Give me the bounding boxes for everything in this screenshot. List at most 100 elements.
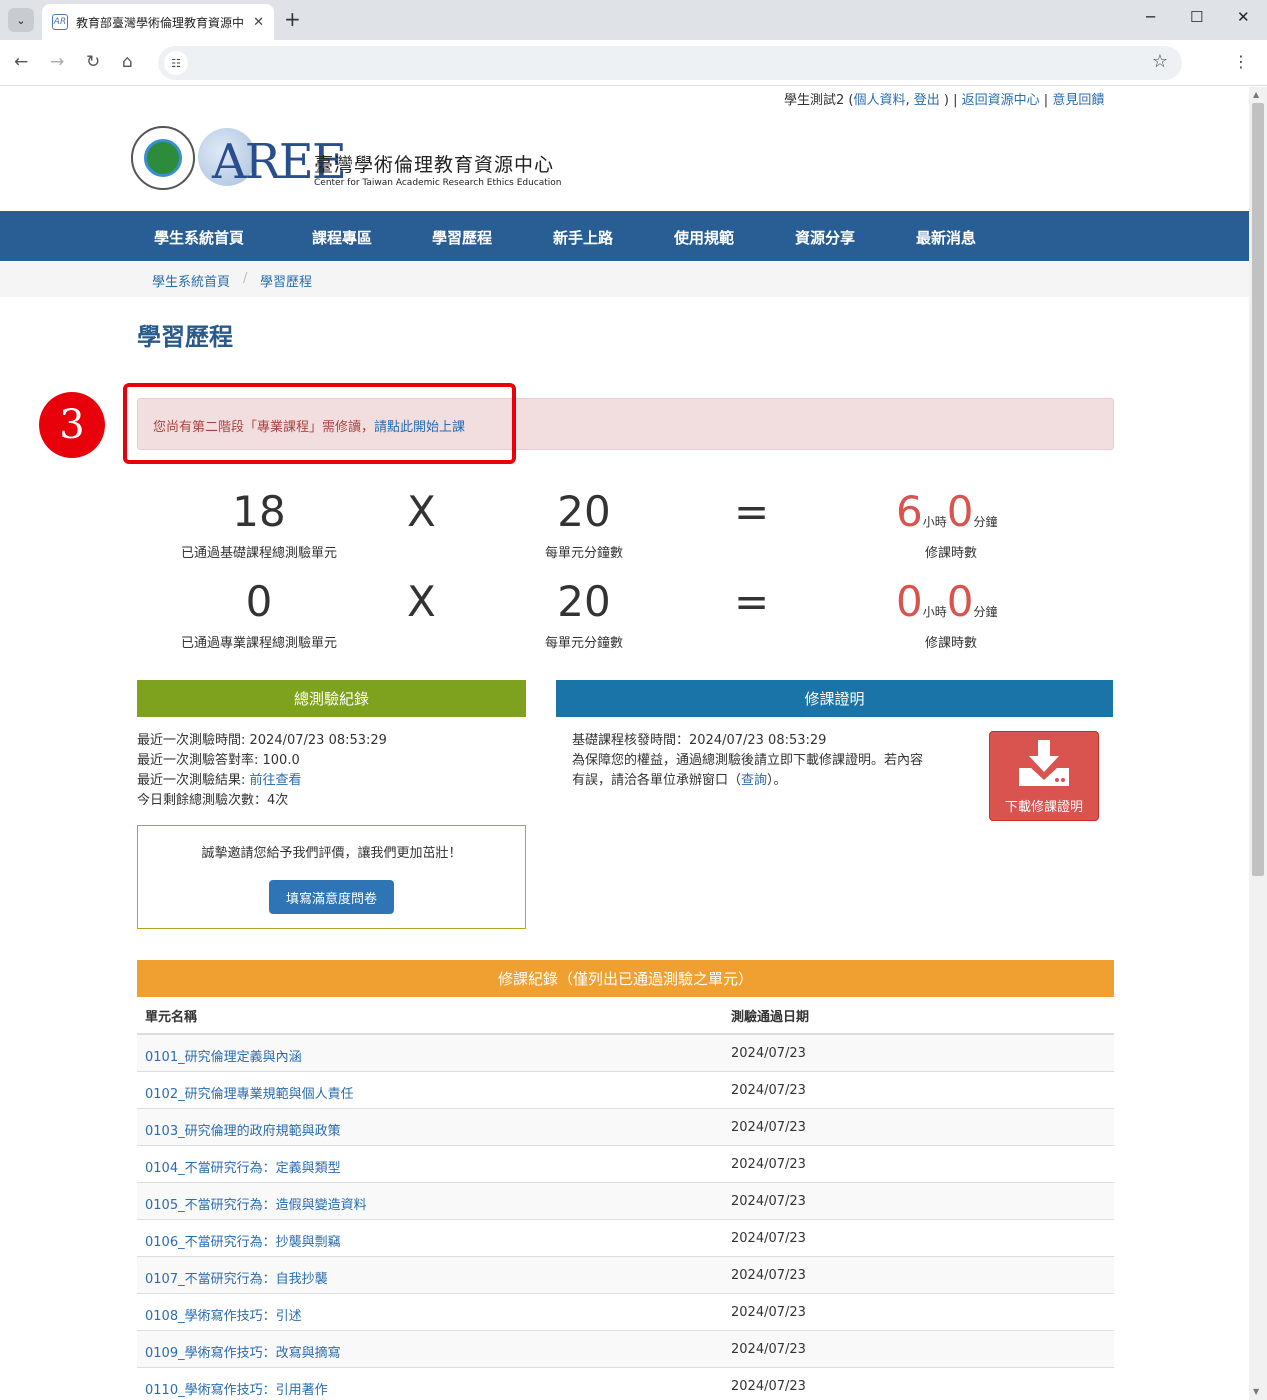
- nav-item-getting-started[interactable]: 新手上路: [553, 227, 613, 248]
- download-certificate-button[interactable]: 下載修課證明: [989, 731, 1099, 821]
- table-row: 0107_不當研究行為：自我抄襲 2024/07/23: [137, 1257, 1114, 1294]
- minutes-value: 0: [946, 487, 974, 536]
- table-row: 0108_學術寫作技巧：引述 2024/07/23: [137, 1294, 1114, 1331]
- last-exam-time: 最近一次測驗時間: 2024/07/23 08:53:29: [137, 733, 387, 748]
- ministry-of-education-seal: [131, 126, 195, 190]
- browser-tab[interactable]: AR 教育部臺灣學術倫理教育資源中 ✕: [42, 4, 274, 40]
- pass-date: 2024/07/23: [731, 1305, 806, 1320]
- cert-issued-time: 基礎課程核發時間：2024/07/23 08:53:29: [572, 733, 827, 748]
- page-title: 學習歷程: [137, 323, 233, 351]
- unit-name-link[interactable]: 0104_不當研究行為：定義與類型: [145, 1157, 341, 1176]
- pro-units-count: 0: [245, 577, 273, 626]
- forward-arrow-icon[interactable]: →: [50, 52, 64, 72]
- bookmark-star-icon[interactable]: ☆: [1152, 51, 1168, 72]
- reload-icon[interactable]: ↻: [86, 52, 100, 72]
- survey-invitation: 誠摯邀請您給予我們評價，讓我們更加茁壯！: [201, 846, 462, 861]
- pass-date: 2024/07/23: [731, 1268, 806, 1283]
- maximize-button[interactable]: ☐: [1190, 8, 1203, 26]
- contact-query-link[interactable]: 查詢: [741, 773, 767, 788]
- last-exam-rate: 最近一次測驗答對率: 100.0: [137, 753, 300, 768]
- unit-name-link[interactable]: 0101_研究倫理定義與內涵: [145, 1046, 302, 1065]
- minutes-value: 0: [946, 577, 974, 626]
- logout-link[interactable]: 登出: [914, 93, 940, 108]
- table-row: 0105_不當研究行為：造假與變造資料 2024/07/23: [137, 1183, 1114, 1220]
- cert-note-end: ）。: [767, 773, 787, 788]
- user-info-bar: 學生測試2 (個人資料, 登出 ) | 返回資源中心 | 意見回饋: [784, 89, 1104, 108]
- minutes-caption: 每單元分鐘數: [544, 546, 623, 561]
- paren-sep: ) |: [939, 93, 962, 108]
- table-row: 0101_研究倫理定義與內涵 2024/07/23: [137, 1035, 1114, 1072]
- minutes-per-unit: 20: [557, 487, 611, 536]
- multiply-sign: X: [407, 487, 436, 536]
- favicon-icon: AR: [52, 14, 68, 30]
- browser-menu-icon[interactable]: ⋮: [1233, 52, 1249, 71]
- table-row: 0102_研究倫理專業規範與個人責任 2024/07/23: [137, 1072, 1114, 1109]
- view-result-link[interactable]: 前往查看: [250, 773, 302, 788]
- scroll-up-icon[interactable]: ▲: [1253, 90, 1259, 99]
- unit-name-link[interactable]: 0110_學術寫作技巧：引用著作: [145, 1379, 328, 1398]
- col-unit-name: 單元名稱: [145, 1010, 198, 1025]
- pro-units-caption: 已通過專業課程總測驗單元: [180, 636, 337, 651]
- nav-item-usage-rules[interactable]: 使用規範: [674, 227, 734, 248]
- main-nav: 學生系統首頁 課程專區 學習歷程 新手上路 使用規範 資源分享 最新消息: [0, 211, 1249, 261]
- hours-value: 0: [896, 577, 923, 626]
- browser-tab-strip: ⌄ AR 教育部臺灣學術倫理教育資源中 ✕ + ─ ☐ ✕: [0, 0, 1267, 40]
- cert-note-line2: 有誤，請洽各單位承辦窗口（查詢）。: [572, 771, 787, 791]
- unit-name-link[interactable]: 0108_學術寫作技巧：引述: [145, 1305, 302, 1324]
- unit-name-link[interactable]: 0105_不當研究行為：造假與變造資料: [145, 1194, 367, 1213]
- highlight-annotation: [123, 383, 516, 464]
- tab-close-icon[interactable]: ✕: [253, 15, 264, 30]
- scroll-thumb[interactable]: [1252, 103, 1264, 876]
- unit-name-link[interactable]: 0109_學術寫作技巧：改寫與摘寫: [145, 1342, 341, 1361]
- hours-unit: 小時: [922, 515, 947, 529]
- unit-name-link[interactable]: 0106_不當研究行為：抄襲與剽竊: [145, 1231, 341, 1250]
- hours-value: 6: [896, 487, 923, 536]
- unit-name-link[interactable]: 0103_研究倫理的政府規範與政策: [145, 1120, 341, 1139]
- table-row: 0104_不當研究行為：定義與類型 2024/07/23: [137, 1146, 1114, 1183]
- address-bar[interactable]: ☷ ☆: [158, 46, 1182, 80]
- nav-item-learning-history[interactable]: 學習歷程: [432, 227, 492, 248]
- course-records-header: 修課紀錄（僅列出已通過測驗之單元）: [137, 960, 1114, 997]
- site-info-icon[interactable]: ☷: [164, 51, 188, 75]
- hours-caption: 修課時數: [924, 546, 977, 561]
- table-row: 0110_學術寫作技巧：引用著作 2024/07/23: [137, 1368, 1114, 1400]
- nav-item-resources[interactable]: 資源分享: [795, 227, 855, 248]
- pipe-sep: |: [1039, 93, 1053, 108]
- remaining-attempts: 今日剩餘總測驗次數：4次: [137, 793, 289, 808]
- nav-item-courses[interactable]: 課程專區: [312, 227, 372, 248]
- pass-date: 2024/07/23: [731, 1157, 806, 1172]
- page-scrollbar[interactable]: ▲ ▼: [1249, 87, 1267, 1400]
- back-to-center-link[interactable]: 返回資源中心: [962, 93, 1040, 108]
- chevron-down-icon: ⌄: [16, 13, 26, 27]
- nav-item-student-home[interactable]: 學生系統首頁: [154, 227, 244, 248]
- new-tab-button[interactable]: +: [284, 8, 301, 30]
- last-exam-result: 最近一次測驗結果: 前往查看: [137, 771, 302, 791]
- tab-title: 教育部臺灣學術倫理教育資源中: [76, 15, 244, 30]
- breadcrumb-home[interactable]: 學生系統首頁: [152, 271, 230, 290]
- comma-sep: ,: [905, 93, 914, 108]
- survey-button[interactable]: 填寫滿意度問卷: [269, 880, 394, 914]
- cert-note-line1: 為保障您的權益，通過總測驗後請立即下載修課證明。若內容: [572, 753, 924, 768]
- breadcrumb: 學生系統首頁 / 學習歷程: [0, 261, 1249, 297]
- pass-date: 2024/07/23: [731, 1120, 806, 1135]
- site-title[interactable]: 臺灣學術倫理教育資源中心: [314, 150, 554, 177]
- window-close-button[interactable]: ✕: [1237, 8, 1250, 26]
- tab-search-button[interactable]: ⌄: [8, 8, 34, 32]
- home-icon[interactable]: ⌂: [122, 52, 133, 72]
- minutes-caption: 每單元分鐘數: [544, 636, 623, 651]
- minimize-button[interactable]: ─: [1146, 8, 1155, 26]
- unit-name-link[interactable]: 0102_研究倫理專業規範與個人責任: [145, 1083, 354, 1102]
- profile-link[interactable]: 個人資料: [853, 93, 905, 108]
- nav-item-news[interactable]: 最新消息: [916, 227, 976, 248]
- unit-name-link[interactable]: 0107_不當研究行為：自我抄襲: [145, 1268, 328, 1287]
- table-row: 0103_研究倫理的政府規範與政策 2024/07/23: [137, 1109, 1114, 1146]
- download-icon: [1019, 740, 1069, 786]
- back-arrow-icon[interactable]: ←: [14, 52, 28, 72]
- scroll-down-icon[interactable]: ▼: [1253, 1387, 1259, 1396]
- breadcrumb-current[interactable]: 學習歷程: [260, 271, 312, 290]
- minutes-per-unit: 20: [557, 577, 611, 626]
- equals-sign: =: [734, 487, 770, 536]
- step-number-badge: 3: [39, 392, 105, 458]
- last-result-label: 最近一次測驗結果:: [137, 773, 250, 788]
- feedback-link[interactable]: 意見回饋: [1052, 93, 1104, 108]
